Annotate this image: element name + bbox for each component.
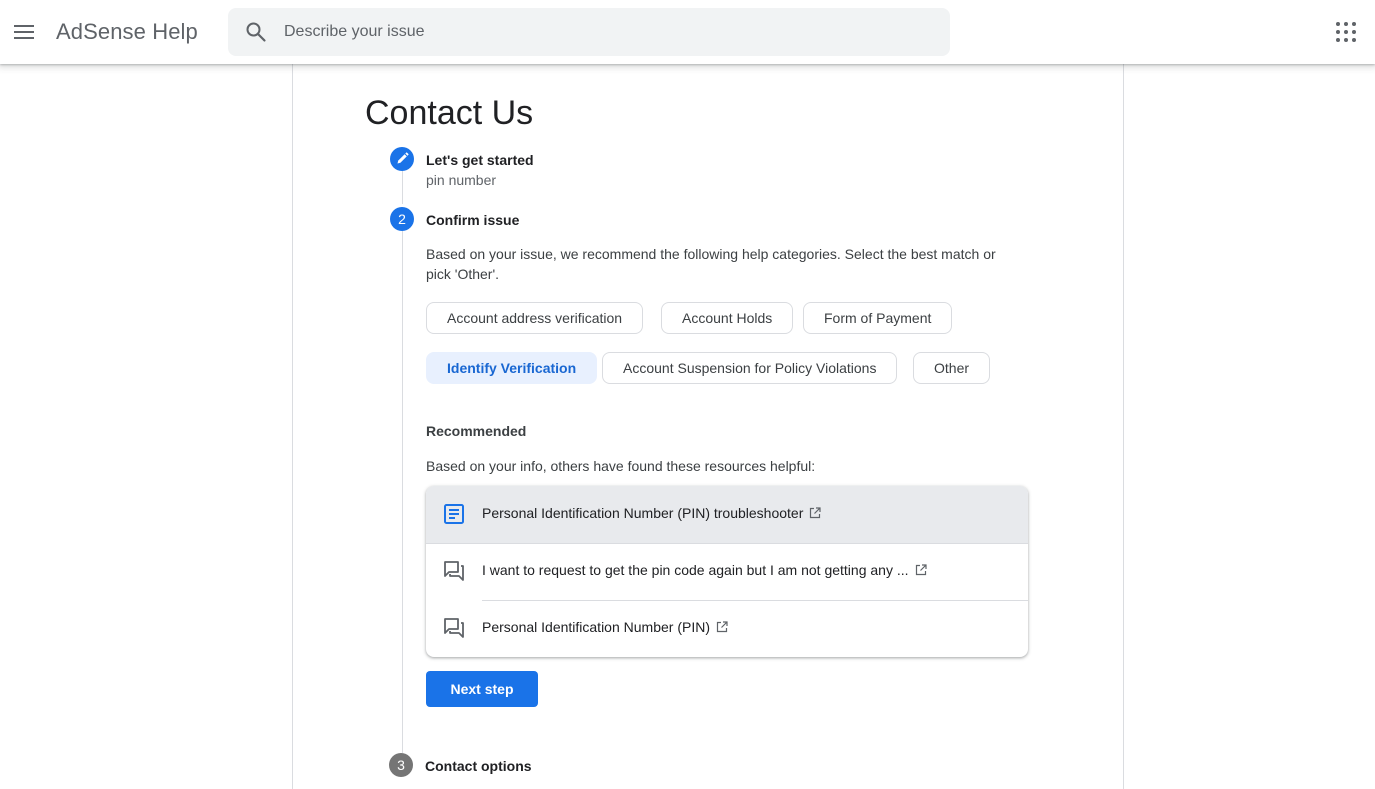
google-apps-icon[interactable]: [1334, 20, 1358, 44]
open-in-new-icon: [716, 621, 728, 633]
pencil-icon: [397, 152, 409, 164]
main-menu-icon[interactable]: [12, 20, 36, 44]
category-chip-account-holds[interactable]: Account Holds: [661, 302, 794, 334]
open-in-new-icon: [810, 507, 821, 519]
next-step-button[interactable]: Next step: [426, 671, 538, 707]
step-completed-edit-icon[interactable]: [390, 147, 414, 171]
recommended-item[interactable]: Personal Identification Number (PIN) tro…: [426, 486, 1028, 543]
divider: [482, 600, 1028, 601]
stepper-connector: [402, 230, 403, 753]
category-chip-account-address-verification[interactable]: Account address verification: [426, 302, 644, 334]
step-2-title: Confirm issue: [426, 212, 520, 228]
forum-icon: [444, 561, 464, 581]
step-1-title[interactable]: Let's get started: [426, 152, 534, 168]
category-chip-form-of-payment[interactable]: Form of Payment: [803, 302, 953, 334]
article-icon: [444, 504, 464, 524]
search-bar[interactable]: [228, 8, 950, 56]
recommended-resources-list: Personal Identification Number (PIN) tro…: [426, 486, 1028, 657]
stepper-connector: [402, 170, 403, 204]
search-input[interactable]: [284, 8, 924, 56]
recommended-heading: Recommended: [426, 423, 527, 439]
recommended-item[interactable]: I want to request to get the pin code ag…: [426, 543, 1028, 600]
recommended-item-label[interactable]: Personal Identification Number (PIN) tro…: [482, 505, 821, 521]
category-chip-other[interactable]: Other: [913, 352, 991, 384]
recommended-item[interactable]: Personal Identification Number (PIN): [426, 600, 1028, 657]
recommended-description: Based on your info, others have found th…: [426, 458, 816, 474]
recommended-item-label[interactable]: I want to request to get the pin code ag…: [482, 562, 927, 578]
forum-icon: [444, 618, 464, 638]
contact-panel: Contact Us Let's get started pin number …: [292, 64, 1124, 789]
recommended-item-label[interactable]: Personal Identification Number (PIN): [482, 619, 728, 635]
page-title: Contact Us: [365, 94, 534, 132]
top-app-bar: AdSense Help: [0, 0, 1375, 64]
app-title[interactable]: AdSense Help: [56, 19, 198, 45]
divider: [426, 543, 1028, 544]
step-3-title: Contact options: [425, 758, 532, 774]
category-chip-identify-verification[interactable]: Identify Verification: [426, 352, 598, 384]
category-chip-account-suspension[interactable]: Account Suspension for Policy Violations: [602, 352, 898, 384]
step-1-summary: pin number: [426, 172, 497, 188]
open-in-new-icon: [915, 564, 927, 576]
search-icon[interactable]: [244, 20, 268, 44]
step-3-number: 3: [389, 753, 413, 777]
step-2-number: 2: [390, 207, 414, 231]
confirm-issue-description: Based on your issue, we recommend the fo…: [426, 246, 996, 282]
